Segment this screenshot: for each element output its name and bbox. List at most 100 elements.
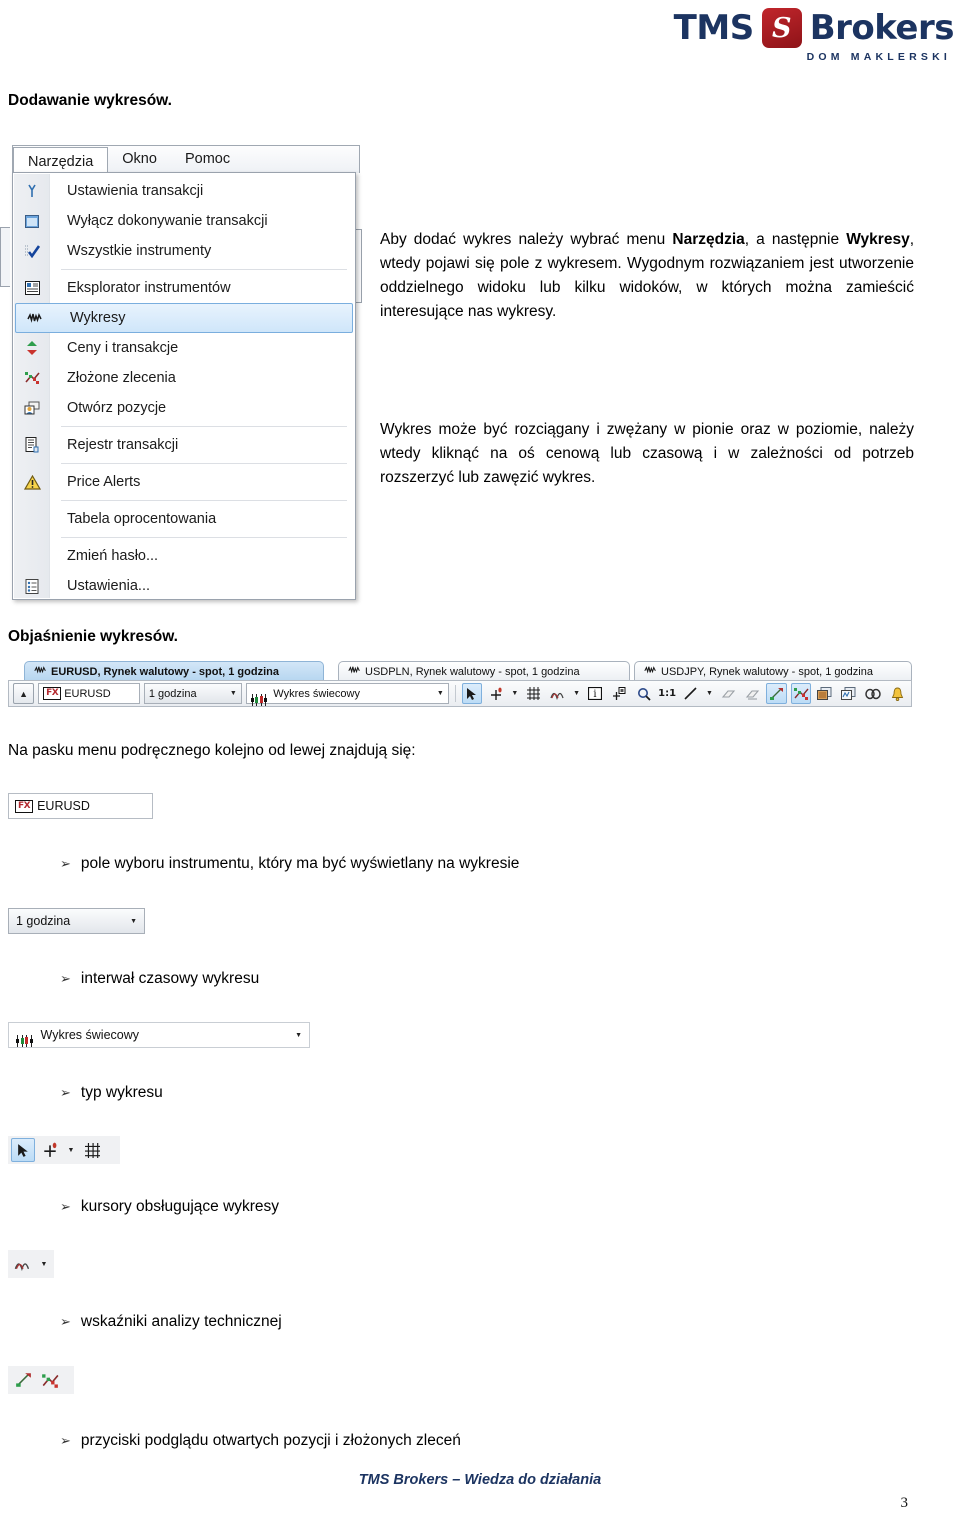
trendline-dropdown-icon[interactable]: ▼ — [705, 683, 715, 704]
menu-bar-item-narzedzia[interactable]: Narzędzia — [13, 146, 109, 175]
bullet-cursors: ➢ kursory obsługujące wykresy — [60, 1198, 279, 1216]
zoom-icon[interactable] — [633, 683, 653, 704]
menu-item-wszystkie-instrumenty[interactable]: Wszystkie instrumenty — [13, 236, 355, 266]
collapse-toolbar-button[interactable]: ▲ — [13, 683, 35, 704]
trendline-icon[interactable] — [681, 683, 701, 704]
menu-item-wykresy[interactable]: Wykresy — [15, 303, 353, 333]
grid-icon[interactable] — [80, 1138, 104, 1162]
scale-one-to-one-icon[interactable]: 1:1 — [658, 683, 677, 704]
indicators-icon[interactable] — [548, 683, 568, 704]
chart-type-select[interactable]: Wykres świecowy ▼ — [245, 683, 449, 706]
menu-item-ceny-i-transakcje[interactable]: Ceny i transakcje — [13, 333, 355, 363]
menu-item-ustawienia-transakcji[interactable]: Ustawienia transakcji — [13, 176, 355, 206]
menu-item-label: Tabela oprocentowania — [67, 511, 217, 527]
arrow-bullet-icon: ➢ — [60, 1086, 71, 1101]
cursor-arrow-icon[interactable] — [461, 683, 482, 704]
open-positions-icon[interactable] — [766, 683, 787, 704]
eraser-icon[interactable] — [718, 683, 738, 704]
application-menu-bar[interactable]: Narzędzia Okno Pomoc — [12, 145, 360, 175]
menu-item-zmien-haslo[interactable]: Zmień hasło... — [13, 541, 355, 571]
paragraph-resize-chart: Wykres może być rozciągany i zwężany w p… — [380, 421, 914, 487]
price-alert-bell-icon[interactable] — [887, 683, 907, 704]
menu-item-label: Ceny i transakcje — [67, 340, 179, 356]
chart-toolbar[interactable]: ▲ FX EURUSD 1 godzina ▼ Wykres świecowy … — [8, 680, 912, 707]
background-window-left — [0, 227, 10, 287]
menu-item-zlozone-zlecenia[interactable]: Złożone zlecenia — [13, 363, 355, 393]
menu-item-label: Wykresy — [70, 310, 126, 326]
chevron-down-icon: ▼ — [436, 690, 444, 697]
snippet-interval-select[interactable]: 1 godzina ▼ — [8, 908, 145, 934]
cursor-dropdown-icon[interactable]: ▼ — [65, 1138, 77, 1162]
info-box-icon[interactable]: i — [585, 683, 605, 704]
menu-item-label: Price Alerts — [67, 474, 141, 490]
toolbar-separator — [454, 685, 456, 702]
chart-tab-strip[interactable]: EURUSD, Rynek walutowy - spot, 1 godzina… — [8, 660, 912, 681]
chevron-down-icon: ▼ — [295, 1031, 302, 1039]
chart-tab-label: EURUSD, Rynek walutowy - spot, 1 godzina — [51, 665, 279, 678]
warning-icon — [22, 472, 42, 492]
menu-bar-item-pomoc[interactable]: Pomoc — [171, 146, 244, 173]
indicators-dropdown-icon[interactable]: ▼ — [572, 683, 582, 704]
menu-item-label: Otwórz pozycje — [67, 400, 167, 416]
menu-item-wylacz-dokonywanie-transakcji[interactable]: Wyłącz dokonywanie transakcji — [13, 206, 355, 236]
explorer-icon — [22, 278, 42, 298]
pending-orders-icon[interactable] — [38, 1368, 62, 1392]
clear-drawings-icon[interactable] — [742, 683, 762, 704]
snippet-cursor-toolbar[interactable]: ▼ — [8, 1136, 120, 1164]
checkmark-icon — [22, 241, 42, 261]
page-number: 3 — [900, 1495, 909, 1511]
copy-chart-icon[interactable] — [815, 683, 835, 704]
menu-item-label: Złożone zlecenia — [67, 370, 176, 386]
crosshair-cursor-icon[interactable] — [38, 1138, 62, 1162]
orders-icon — [22, 368, 42, 388]
chart-tab-usdpln[interactable]: USDPLN, Rynek walutowy - spot, 1 godzina — [338, 661, 630, 681]
candlestick-icon — [16, 1029, 33, 1047]
crosshair-cursor-icon[interactable] — [486, 683, 506, 704]
instrument-select-field[interactable]: FX EURUSD — [38, 683, 140, 704]
open-positions-icon[interactable] — [11, 1368, 35, 1392]
menu-item-label: Ustawienia... — [67, 578, 151, 594]
menu-item-rejestr-transakcji[interactable]: Rejestr transakcji — [13, 430, 355, 460]
positions-icon — [22, 398, 42, 418]
snippet-positions-orders-toolbar[interactable] — [8, 1366, 74, 1394]
chart-tab-usdjpy[interactable]: USDJPY, Rynek walutowy - spot, 1 godzina — [634, 661, 912, 681]
save-chart-icon[interactable] — [839, 683, 859, 704]
brand-name-left: TMS — [673, 8, 755, 48]
add-annotation-icon[interactable] — [609, 683, 629, 704]
indicators-dropdown-icon[interactable]: ▼ — [38, 1252, 50, 1276]
pending-orders-icon[interactable] — [790, 683, 811, 704]
arrow-bullet-icon: ➢ — [60, 1200, 71, 1215]
paragraph-part: Aby dodać wykres należy wybrać menu — [380, 231, 673, 248]
document-icon — [22, 435, 42, 455]
wrench-icon — [22, 181, 42, 201]
menu-item-ustawienia[interactable]: Ustawienia... — [13, 571, 355, 601]
cursor-dropdown-icon[interactable]: ▼ — [510, 683, 520, 704]
menu-item-price-alerts[interactable]: Price Alerts — [13, 467, 355, 497]
paragraph-add-chart: Aby dodać wykres należy wybrać menu Narz… — [380, 228, 914, 324]
menu-bar-item-okno[interactable]: Okno — [108, 146, 171, 173]
snippet-indicators-toolbar[interactable]: ▼ — [8, 1250, 54, 1278]
snippet-instrument-field[interactable]: FX EURUSD — [8, 793, 153, 819]
snippet-chart-type-select[interactable]: Wykres świecowy ▼ — [8, 1022, 310, 1048]
bullet-label: wskaźniki analizy technicznej — [80, 1313, 282, 1330]
menu-item-eksplorator-instrumentow[interactable]: Eksplorator instrumentów — [13, 273, 355, 303]
toolbar-intro-text: Na pasku menu podręcznego kolejno od lew… — [8, 742, 416, 759]
interval-select[interactable]: 1 godzina ▼ — [143, 683, 242, 704]
fx-badge-icon: FX — [43, 687, 62, 700]
chart-tab-eurusd[interactable]: EURUSD, Rynek walutowy - spot, 1 godzina — [24, 661, 324, 681]
chart-wave-icon — [644, 665, 657, 678]
interval-value: 1 godzina — [148, 687, 197, 700]
menu-item-label: Wyłącz dokonywanie transakcji — [67, 213, 268, 229]
indicators-icon[interactable] — [11, 1252, 35, 1276]
instrument-value: EURUSD — [37, 799, 90, 813]
chart-wave-icon — [34, 665, 47, 678]
grid-icon[interactable] — [524, 683, 544, 704]
narzedzia-dropdown-menu[interactable]: Ustawienia transakcji Wyłącz dokonywanie… — [12, 172, 356, 600]
link-charts-icon[interactable] — [863, 683, 883, 704]
menu-separator — [61, 463, 347, 464]
menu-item-otworz-pozycje[interactable]: Otwórz pozycje — [13, 393, 355, 423]
chart-type-value: Wykres świecowy — [273, 687, 360, 700]
cursor-arrow-icon[interactable] — [11, 1138, 35, 1162]
menu-item-tabela-oprocentowania[interactable]: Tabela oprocentowania — [13, 504, 355, 534]
arrow-bullet-icon: ➢ — [60, 857, 71, 872]
